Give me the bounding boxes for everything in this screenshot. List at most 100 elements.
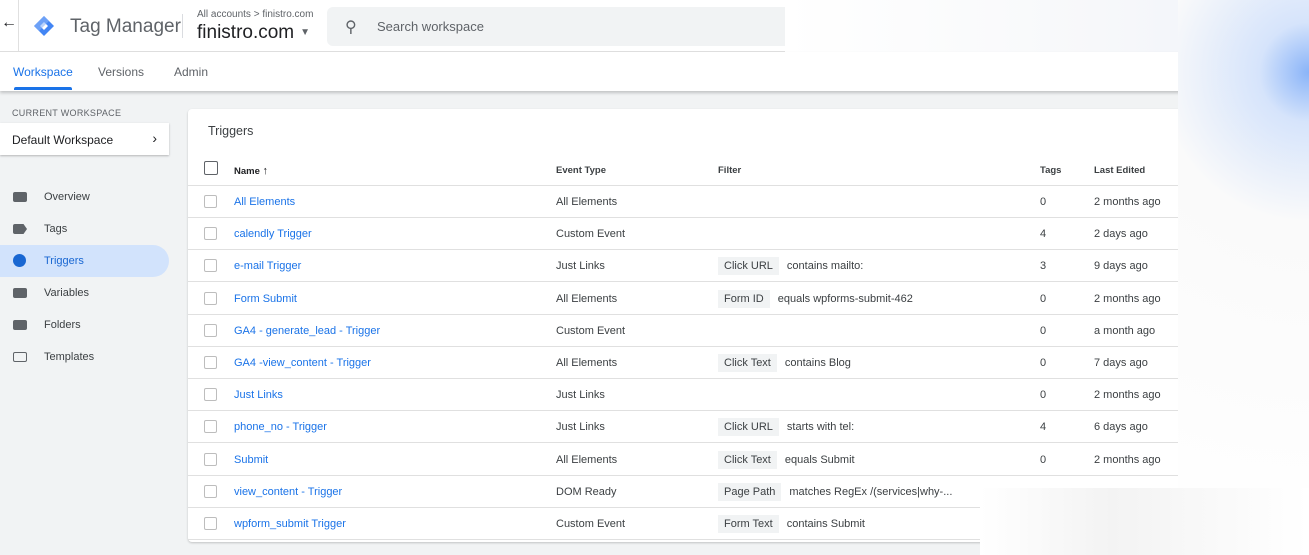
table-row[interactable]: Submit All Elements Click Text equals Subm… bbox=[188, 444, 1188, 476]
tag-icon bbox=[13, 224, 27, 234]
sidebar-item-label: Folders bbox=[44, 319, 81, 331]
filter: Form Text contains Submit bbox=[718, 515, 865, 533]
filter-condition: starts with tel: bbox=[786, 421, 855, 434]
workspace-selector[interactable]: Default Workspace › bbox=[0, 123, 169, 155]
event-type: All Elements bbox=[556, 357, 618, 369]
row-checkbox[interactable] bbox=[204, 227, 217, 241]
trigger-name-link[interactable]: wpform_submit Trigger bbox=[234, 518, 346, 530]
tag-manager-logo-icon bbox=[34, 16, 54, 36]
sidebar-item-variables[interactable]: Variables bbox=[0, 277, 169, 309]
table-row[interactable]: GA4 - generate_lead - Trigger Custom Eve… bbox=[188, 315, 1188, 347]
sidebar-item-folders[interactable]: Folders bbox=[0, 309, 169, 341]
event-type: Custom Event bbox=[556, 324, 626, 337]
event-type: Just Links bbox=[556, 389, 605, 402]
trigger-name-link[interactable]: phone_no - Trigger bbox=[234, 421, 327, 433]
divider bbox=[18, 0, 19, 52]
nav-tabs: Workspace Versions Admin bbox=[0, 52, 1309, 91]
table-header: Name ↑ Event Type Filter Tags Last Edite… bbox=[188, 154, 1188, 186]
workspace-name: Default Workspace bbox=[12, 133, 114, 147]
filter: Form ID equals wpforms-submit-462 bbox=[718, 289, 913, 308]
row-checkbox[interactable] bbox=[204, 420, 217, 434]
filter-variable-chip: Click URL bbox=[718, 418, 779, 437]
sidebar-item-tags[interactable]: Tags bbox=[0, 213, 169, 245]
trigger-name-link[interactable]: GA4 -view_content - Trigger bbox=[234, 357, 371, 369]
trigger-name-link[interactable]: All Elements bbox=[234, 196, 295, 208]
filter-variable-chip: Page Path bbox=[718, 482, 782, 501]
row-checkbox[interactable] bbox=[204, 388, 217, 402]
search-placeholder: Search workspace bbox=[377, 19, 484, 34]
sidebar-item-triggers[interactable]: Triggers bbox=[0, 245, 169, 277]
account-name: finistro.com bbox=[197, 22, 295, 43]
trigger-name-link[interactable]: view_content - Trigger bbox=[234, 486, 342, 498]
filter: Page Path matches RegEx /(services|why-..… bbox=[718, 482, 953, 501]
tag-count: 0 bbox=[1040, 196, 1047, 208]
variables-icon bbox=[13, 288, 27, 298]
row-checkbox[interactable] bbox=[204, 259, 217, 273]
overview-icon bbox=[13, 192, 27, 202]
trigger-name-link[interactable]: GA4 - generate_lead - Trigger bbox=[234, 325, 380, 337]
blurred-region bbox=[980, 488, 1309, 555]
table-row[interactable]: e-mail Trigger Just Links Click URL contai… bbox=[188, 250, 1188, 283]
filter-condition: matches RegEx /(services|why-... bbox=[789, 485, 953, 498]
filter-variable-chip: Form Text bbox=[718, 515, 779, 533]
tab-versions[interactable]: Versions bbox=[98, 65, 144, 79]
event-type: Just Links bbox=[556, 260, 605, 273]
table-row[interactable]: Just Links Just Links 0 2 months ago bbox=[188, 379, 1188, 412]
select-all-checkbox[interactable] bbox=[204, 161, 218, 175]
back-arrow-icon[interactable]: ← bbox=[0, 14, 18, 32]
filter: Click URL contains mailto: bbox=[718, 257, 864, 276]
tag-count: 4 bbox=[1040, 228, 1047, 241]
filter-condition: equals Submit bbox=[784, 453, 855, 466]
table-row[interactable]: Form Submit All Elements Form ID equals wp… bbox=[188, 283, 1188, 315]
column-event-type[interactable]: Event Type bbox=[556, 165, 606, 176]
sidebar-item-templates[interactable]: Templates bbox=[0, 341, 169, 373]
trigger-name-link[interactable]: e-mail Trigger bbox=[234, 260, 301, 272]
sidebar-item-label: Tags bbox=[44, 223, 68, 235]
column-tags[interactable]: Tags bbox=[1040, 165, 1061, 176]
filter-condition: contains Blog bbox=[784, 357, 851, 369]
last-edited: a month ago bbox=[1094, 324, 1156, 337]
row-checkbox[interactable] bbox=[204, 291, 217, 305]
tab-workspace[interactable]: Workspace bbox=[13, 65, 73, 90]
filter-condition: contains mailto: bbox=[786, 260, 864, 273]
sidebar-item-label: Overview bbox=[44, 191, 90, 203]
table-row[interactable]: phone_no - Trigger Just Links Click URL st… bbox=[188, 411, 1188, 444]
row-checkbox[interactable] bbox=[204, 452, 217, 466]
trigger-name-link[interactable]: Just Links bbox=[234, 389, 283, 401]
filter-variable-chip: Click URL bbox=[718, 257, 779, 276]
trigger-name-link[interactable]: calendly Trigger bbox=[234, 228, 312, 240]
breadcrumb[interactable]: All accounts > finistro.com bbox=[197, 9, 313, 20]
row-checkbox[interactable] bbox=[204, 323, 217, 337]
account-selector[interactable]: finistro.com ▼ bbox=[197, 22, 310, 44]
row-checkbox[interactable] bbox=[204, 517, 217, 530]
last-edited: 7 days ago bbox=[1094, 357, 1148, 369]
table-row[interactable]: calendly Trigger Custom Event 4 2 days ago bbox=[188, 218, 1188, 251]
column-last-edited[interactable]: Last Edited bbox=[1094, 165, 1145, 176]
sidebar-item-label: Triggers bbox=[44, 255, 84, 267]
trigger-name-link[interactable]: Submit bbox=[234, 454, 268, 466]
filter: Click Text contains Blog bbox=[718, 354, 851, 372]
tab-admin[interactable]: Admin bbox=[174, 65, 208, 79]
column-filter[interactable]: Filter bbox=[718, 165, 741, 176]
filter: Click URL starts with tel: bbox=[718, 418, 855, 437]
row-checkbox[interactable] bbox=[204, 484, 217, 498]
row-checkbox[interactable] bbox=[204, 195, 217, 208]
filter-variable-chip: Click Text bbox=[718, 354, 777, 372]
event-type: All Elements bbox=[556, 453, 618, 466]
tag-count: 0 bbox=[1040, 357, 1047, 369]
sidebar: Overview Tags Triggers Variables Folders… bbox=[0, 181, 169, 373]
sidebar-item-overview[interactable]: Overview bbox=[0, 181, 169, 213]
row-checkbox[interactable] bbox=[204, 356, 217, 369]
sidebar-item-label: Variables bbox=[44, 287, 90, 299]
table-row[interactable]: GA4 -view_content - Trigger All Elements… bbox=[188, 347, 1188, 379]
template-icon bbox=[13, 352, 27, 362]
trigger-name-link[interactable]: Form Submit bbox=[234, 293, 297, 305]
table-row[interactable]: All Elements All Elements 0 2 months ago bbox=[188, 186, 1188, 218]
column-name[interactable]: Name ↑ bbox=[234, 165, 268, 177]
event-type: Custom Event bbox=[556, 518, 626, 530]
search-input[interactable]: ⚲ Search workspace bbox=[327, 7, 797, 46]
last-edited: 9 days ago bbox=[1094, 260, 1148, 273]
tag-count: 0 bbox=[1040, 324, 1047, 337]
tag-count: 0 bbox=[1040, 389, 1047, 402]
last-edited: 2 months ago bbox=[1094, 453, 1161, 466]
